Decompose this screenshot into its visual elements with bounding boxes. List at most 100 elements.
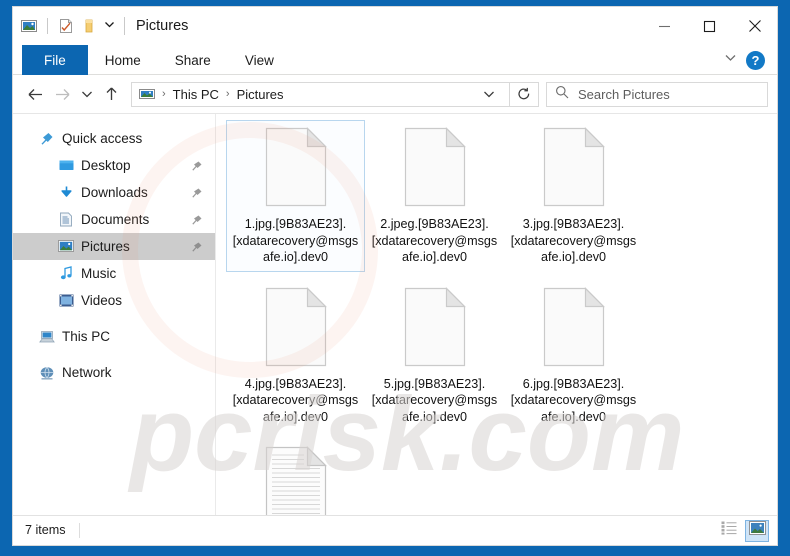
network-icon [39, 365, 55, 381]
documents-icon [58, 212, 74, 228]
blank-file-icon [264, 127, 328, 207]
file-item[interactable]: 5.jpg.[9B83AE23].[xdatarecovery@msgsafe.… [365, 280, 504, 432]
sidebar-label: Documents [81, 212, 150, 227]
navigation-pane: Quick access Desktop Downloads Documents… [13, 114, 216, 515]
sidebar-item-quick-access[interactable]: Quick access [13, 125, 215, 152]
sidebar-item-pictures[interactable]: Pictures [13, 233, 215, 260]
address-bar[interactable]: › This PC › Pictures [131, 81, 510, 107]
search-icon [555, 85, 569, 104]
tab-file[interactable]: File [22, 45, 88, 75]
expand-ribbon-chevron-down-icon[interactable] [724, 51, 737, 69]
pin-icon[interactable] [191, 160, 203, 172]
blank-file-icon [542, 286, 606, 367]
item-count: 7 items [25, 523, 80, 538]
close-button[interactable] [732, 7, 777, 45]
pin-icon[interactable] [191, 241, 203, 253]
downloads-icon [58, 185, 74, 201]
help-button[interactable]: ? [746, 50, 765, 70]
view-toggle-group [717, 519, 769, 542]
blank-file-icon [403, 127, 467, 207]
music-icon [58, 266, 74, 282]
back-button[interactable] [22, 80, 49, 108]
pictures-folder-icon [139, 86, 155, 102]
blank-file-icon [264, 286, 328, 367]
status-bar: 7 items [13, 515, 777, 545]
file-item[interactable]: 1.jpg.[9B83AE23].[xdatarecovery@msgsafe.… [226, 120, 365, 272]
window-title: Pictures [124, 17, 188, 35]
properties-icon[interactable] [58, 18, 74, 34]
sidebar-item-documents[interactable]: Documents [13, 206, 215, 233]
breadcrumb-separator-2: › [225, 88, 230, 100]
desktop-icon [58, 158, 74, 174]
file-name: 1.jpg.[9B83AE23].[xdatarecovery@msgsafe.… [232, 217, 359, 264]
file-name: 2.jpeg.[9B83AE23].[xdatarecovery@msgsafe… [371, 217, 498, 264]
file-name: 4.jpg.[9B83AE23].[xdatarecovery@msgsafe.… [232, 376, 359, 424]
refresh-button[interactable] [510, 81, 539, 107]
sidebar-item-music[interactable]: Music [13, 260, 215, 287]
up-button[interactable] [98, 80, 125, 108]
file-item[interactable]: 3.jpg.[9B83AE23].[xdatarecovery@msgsafe.… [504, 120, 643, 272]
details-view-button[interactable] [717, 520, 741, 542]
file-name: 3.jpg.[9B83AE23].[xdatarecovery@msgsafe.… [510, 217, 637, 264]
maximize-button[interactable] [687, 7, 732, 45]
title-bar: Pictures [13, 7, 777, 45]
sidebar-item-desktop[interactable]: Desktop [13, 152, 215, 179]
sidebar-label: Pictures [81, 239, 130, 254]
file-list-view[interactable]: 1.jpg.[9B83AE23].[xdatarecovery@msgsafe.… [216, 114, 777, 515]
breadcrumb-separator-1: › [162, 88, 166, 100]
breadcrumb-pictures[interactable]: Pictures [237, 87, 284, 102]
search-box[interactable]: Search Pictures [546, 81, 768, 107]
sidebar-label: Music [81, 266, 117, 281]
file-grid: 1.jpg.[9B83AE23].[xdatarecovery@msgsafe.… [226, 120, 777, 515]
forward-button[interactable] [49, 80, 76, 108]
this-pc-icon [39, 329, 55, 345]
tab-view[interactable]: View [228, 45, 291, 75]
search-input[interactable]: Search Pictures [578, 87, 670, 102]
new-folder-icon[interactable] [81, 18, 97, 34]
large-icons-view-button[interactable] [745, 519, 769, 542]
sidebar-label: Desktop [81, 158, 131, 173]
text-file-icon [264, 446, 328, 515]
blank-file-icon [403, 286, 467, 367]
sidebar-item-videos[interactable]: Videos [13, 287, 215, 314]
pin-icon[interactable] [191, 214, 203, 226]
file-name: 5.jpg.[9B83AE23].[xdatarecovery@msgsafe.… [371, 376, 498, 424]
sidebar-label: Network [62, 365, 112, 380]
details-view-icon [721, 521, 737, 540]
sidebar-item-downloads[interactable]: Downloads [13, 179, 215, 206]
file-item[interactable]: 4.jpg.[9B83AE23].[xdatarecovery@msgsafe.… [226, 280, 365, 432]
ribbon-tabs: File Home Share View ? [13, 45, 777, 75]
breadcrumb-this-pc[interactable]: This PC [173, 87, 219, 102]
ribbon-actions: ? [724, 45, 771, 75]
minimize-button[interactable] [642, 7, 687, 45]
pin-icon[interactable] [191, 187, 203, 199]
blank-file-icon [542, 127, 606, 207]
sidebar-item-this-pc[interactable]: This PC [13, 323, 215, 350]
tab-home[interactable]: Home [88, 45, 158, 75]
address-dropdown-chevron-down-icon[interactable] [473, 88, 502, 100]
quick-access-toolbar [13, 17, 115, 35]
pictures-icon [58, 239, 74, 255]
main-area: Quick access Desktop Downloads Documents… [13, 113, 777, 515]
toolbar-divider [47, 18, 48, 34]
recent-locations-button[interactable] [76, 80, 98, 108]
file-item[interactable]: 2.jpeg.[9B83AE23].[xdatarecovery@msgsafe… [365, 120, 504, 272]
file-item[interactable]: readme-warning.txt [226, 439, 365, 515]
large-icons-view-icon [748, 521, 766, 540]
picture-icon [21, 18, 37, 34]
sidebar-label: This PC [62, 329, 111, 344]
sidebar-label: Downloads [81, 185, 148, 200]
tab-share[interactable]: Share [158, 45, 228, 75]
sidebar-item-network[interactable]: Network [13, 359, 215, 386]
customize-dropdown-icon[interactable] [104, 17, 115, 35]
file-explorer-window: Pictures File Home Share View ? › This P… [12, 6, 778, 546]
window-controls [642, 7, 777, 45]
videos-icon [58, 293, 74, 309]
file-name: 6.jpg.[9B83AE23].[xdatarecovery@msgsafe.… [510, 376, 637, 424]
star-pin-icon [39, 131, 55, 147]
navigation-bar: › This PC › Pictures Search Pictures [13, 75, 777, 113]
file-item[interactable]: 6.jpg.[9B83AE23].[xdatarecovery@msgsafe.… [504, 280, 643, 432]
sidebar-label: Quick access [62, 131, 143, 146]
